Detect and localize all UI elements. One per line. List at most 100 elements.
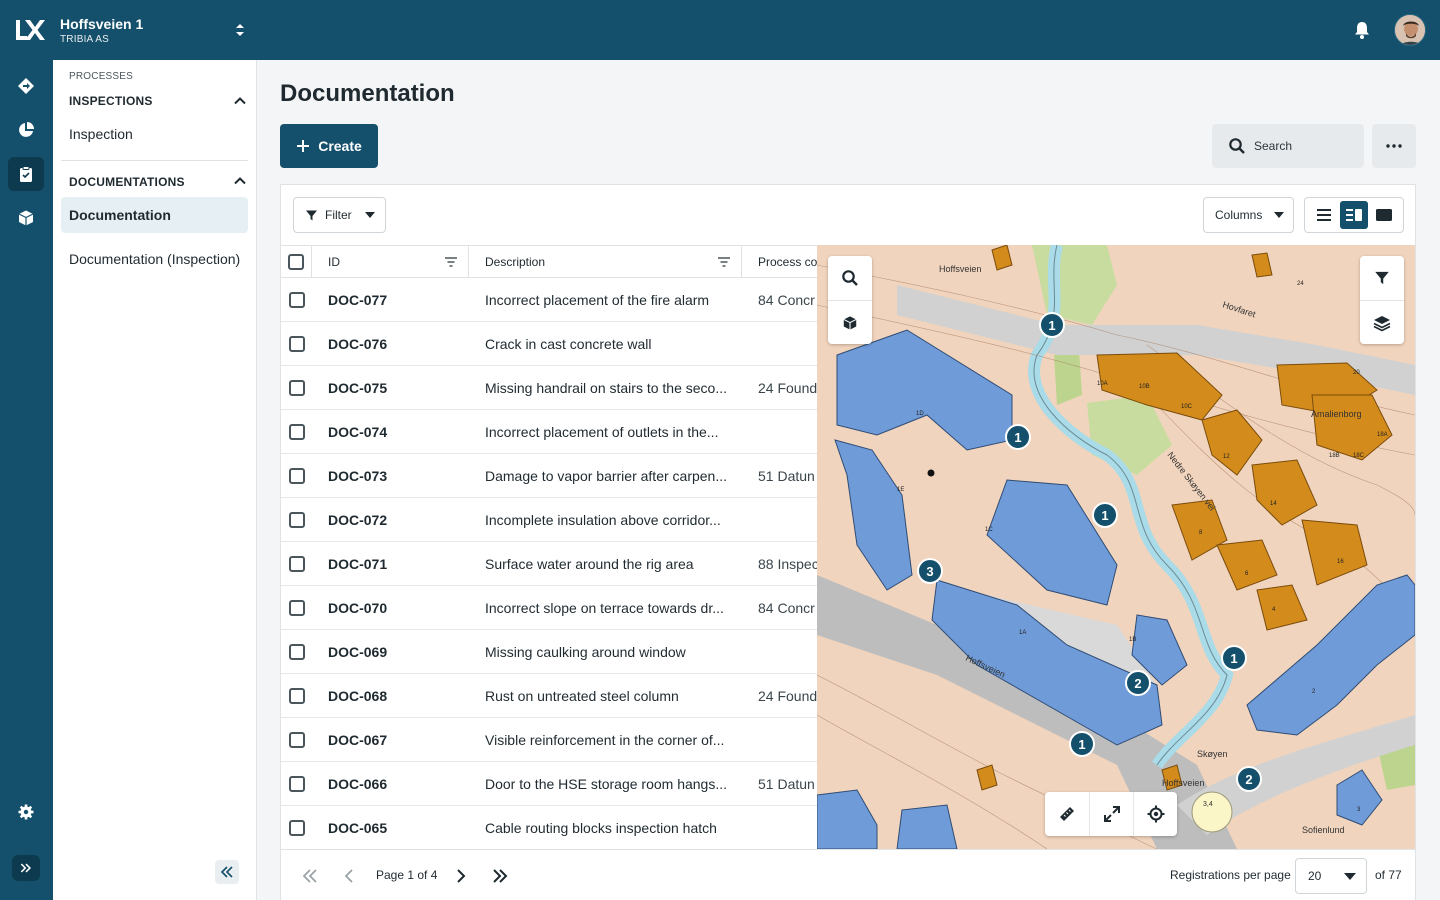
row-checkbox[interactable] — [289, 732, 305, 748]
split-view-button[interactable] — [1340, 201, 1368, 229]
map-building-label: 1B — [1129, 637, 1136, 643]
map-measure-button[interactable] — [1045, 792, 1089, 836]
table-row[interactable]: DOC-073 Damage to vapor barrier after car… — [281, 454, 817, 498]
table-row[interactable]: DOC-075 Missing handrail on stairs to the… — [281, 366, 817, 410]
row-description: Crack in cast concrete wall — [485, 336, 652, 352]
columns-button[interactable]: Columns — [1203, 197, 1294, 233]
notifications-bell-icon[interactable] — [1352, 20, 1372, 40]
nav-group-documentations[interactable]: DOCUMENTATIONS — [69, 175, 185, 189]
map-view[interactable]: Hoffsveien Hovfaret Amalienborg Nedre Sk… — [817, 245, 1415, 849]
nav-item-documentation-inspection[interactable]: Documentation (Inspection) — [61, 241, 248, 277]
map-marker-count: 1 — [1101, 508, 1108, 523]
rail-processes-button[interactable] — [8, 69, 44, 103]
row-checkbox[interactable] — [289, 424, 305, 440]
row-description: Cable routing blocks inspection hatch — [485, 820, 717, 836]
chevron-up-icon[interactable] — [233, 94, 247, 108]
column-filter-icon[interactable] — [444, 256, 458, 268]
table-row[interactable]: DOC-076 Crack in cast concrete wall — [281, 322, 817, 366]
row-checkbox[interactable] — [289, 776, 305, 792]
table-row[interactable]: DOC-067 Visible reinforcement in the corn… — [281, 718, 817, 762]
create-button[interactable]: Create — [280, 124, 378, 168]
row-process-code: 24 Found — [758, 380, 817, 396]
row-checkbox[interactable] — [289, 600, 305, 616]
map-locate-button[interactable] — [1133, 792, 1177, 836]
map-building-label: 1D — [916, 411, 924, 417]
column-header-process[interactable]: Process co — [742, 246, 817, 278]
rail-dashboard-button[interactable] — [8, 113, 44, 147]
rail-models-button[interactable] — [8, 201, 44, 235]
column-label-process: Process co — [758, 255, 817, 269]
select-all-checkbox[interactable] — [288, 254, 304, 270]
first-page-icon[interactable] — [300, 866, 320, 886]
table-row[interactable]: DOC-070 Incorrect slope on terrace toward… — [281, 586, 817, 630]
map-3d-model-button[interactable] — [828, 300, 872, 344]
table-row[interactable]: DOC-077 Incorrect placement of the fire a… — [281, 278, 817, 322]
header-select-all-cell — [281, 246, 312, 278]
row-checkbox[interactable] — [289, 644, 305, 660]
rail-settings-button[interactable] — [8, 795, 44, 829]
cube-icon — [18, 210, 34, 226]
map-building-label: 1E — [897, 487, 904, 493]
search-icon — [1229, 138, 1245, 154]
caret-down-icon — [1344, 873, 1356, 880]
search-input[interactable]: Search — [1212, 124, 1364, 168]
next-page-icon[interactable] — [451, 866, 471, 886]
map-fullscreen-button[interactable] — [1089, 792, 1133, 836]
map-building-label: 10B — [1139, 384, 1150, 390]
table-row[interactable]: DOC-065 Cable routing blocks inspection h… — [281, 806, 817, 849]
row-checkbox[interactable] — [289, 468, 305, 484]
row-checkbox[interactable] — [289, 688, 305, 704]
map-layers-button[interactable] — [1360, 300, 1404, 344]
previous-page-icon[interactable] — [339, 866, 359, 886]
project-name[interactable]: Hoffsveien 1 — [60, 16, 143, 32]
registrations-per-page-select[interactable]: 20 — [1295, 858, 1367, 894]
map-view-button[interactable] — [1370, 201, 1398, 229]
column-header-description[interactable]: Description — [469, 246, 742, 278]
last-page-icon[interactable] — [490, 866, 510, 886]
diamond-arrow-icon — [18, 78, 34, 94]
table-row[interactable]: DOC-066 Door to the HSE storage room hang… — [281, 762, 817, 806]
project-switcher-icon[interactable] — [232, 20, 248, 40]
rail-expand-button[interactable] — [12, 855, 40, 881]
row-checkbox[interactable] — [289, 380, 305, 396]
table-row[interactable]: DOC-071 Surface water around the rig area… — [281, 542, 817, 586]
row-description: Missing caulking around window — [485, 644, 686, 660]
documentation-panel: Filter Columns ID Description Process co… — [280, 184, 1416, 900]
caret-down-icon — [1274, 212, 1285, 218]
pie-chart-icon — [19, 122, 34, 137]
filter-button[interactable]: Filter — [293, 197, 386, 233]
map-marker-count: 1 — [1048, 318, 1055, 333]
table-row[interactable]: DOC-068 Rust on untreated steel column 24 … — [281, 674, 817, 718]
row-checkbox[interactable] — [289, 292, 305, 308]
map-marker-count: 3 — [926, 564, 933, 579]
row-id: DOC-077 — [328, 292, 388, 308]
app-logo-icon[interactable] — [13, 16, 47, 44]
list-view-button[interactable] — [1310, 201, 1338, 229]
row-checkbox[interactable] — [289, 336, 305, 352]
more-options-button[interactable] — [1372, 124, 1416, 168]
map-search-button[interactable] — [828, 256, 872, 300]
row-id: DOC-069 — [328, 644, 388, 660]
column-header-id[interactable]: ID — [312, 246, 469, 278]
nav-group-inspections[interactable]: INSPECTIONS — [69, 94, 153, 108]
collapse-sidebar-button[interactable] — [215, 860, 239, 884]
nav-item-inspection[interactable]: Inspection — [61, 116, 248, 152]
table-row[interactable]: DOC-074 Incorrect placement of outlets in… — [281, 410, 817, 454]
user-avatar[interactable] — [1394, 14, 1426, 46]
rail-documentation-button[interactable] — [8, 157, 44, 191]
column-filter-icon[interactable] — [717, 256, 731, 268]
table-row[interactable]: DOC-069 Missing caulking around window — [281, 630, 817, 674]
row-checkbox[interactable] — [289, 512, 305, 528]
map-street-label: Amalienborg — [1311, 409, 1362, 419]
row-description: Door to the HSE storage room hangs... — [485, 776, 728, 792]
row-checkbox[interactable] — [289, 820, 305, 836]
crosshair-locate-icon — [1147, 805, 1164, 823]
map-marker-count: 1 — [1014, 430, 1021, 445]
map-filter-button[interactable] — [1360, 256, 1404, 300]
row-checkbox[interactable] — [289, 556, 305, 572]
map-canvas[interactable]: Hoffsveien Hovfaret Amalienborg Nedre Sk… — [817, 245, 1415, 849]
chevron-up-icon[interactable] — [233, 174, 247, 188]
map-street-label: Hoffsveien — [1162, 778, 1204, 788]
table-row[interactable]: DOC-072 Incomplete insulation above corri… — [281, 498, 817, 542]
nav-item-documentation[interactable]: Documentation — [61, 197, 248, 233]
